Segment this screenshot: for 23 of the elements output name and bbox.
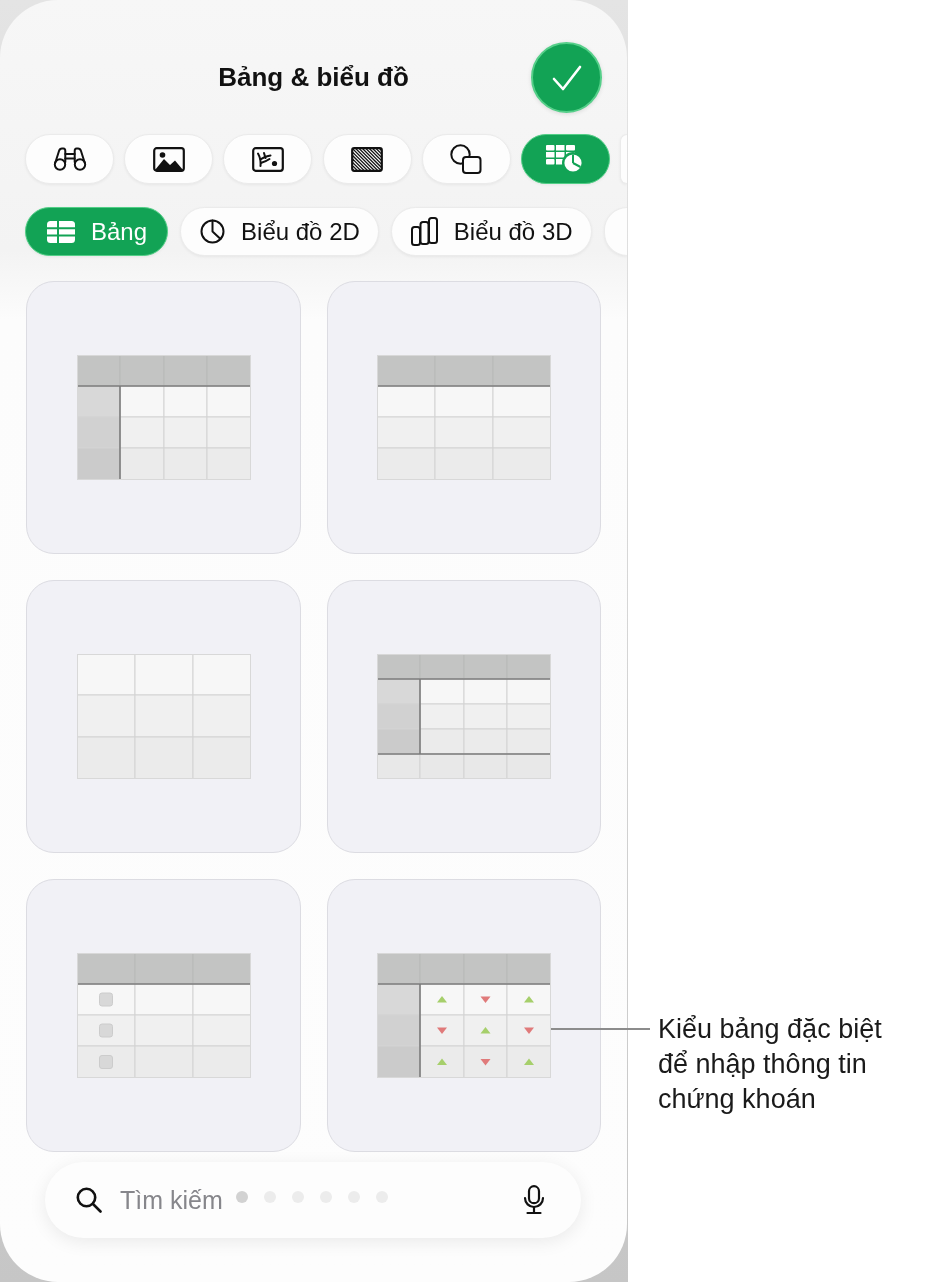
table-style-card[interactable] bbox=[327, 879, 601, 1152]
microphone-icon[interactable] bbox=[523, 1185, 545, 1215]
search-icon bbox=[76, 1187, 102, 1213]
search-field[interactable]: Tìm kiếm bbox=[45, 1162, 581, 1238]
segment-tab[interactable]: Biểu đồ 3D bbox=[390, 207, 592, 256]
hatched-rectangle-icon bbox=[351, 146, 384, 172]
done-button[interactable] bbox=[531, 42, 602, 113]
table-style-card[interactable] bbox=[327, 580, 601, 853]
shapes-icon bbox=[450, 144, 483, 174]
segment-tab[interactable]: Biểu đồ 2D bbox=[180, 207, 379, 256]
binoculars-icon bbox=[52, 147, 87, 171]
pie-chart-icon bbox=[200, 219, 226, 244]
table-style-card[interactable] bbox=[26, 879, 301, 1152]
checkmark-icon bbox=[551, 64, 582, 91]
image-icon bbox=[152, 146, 185, 172]
table-icon bbox=[47, 220, 75, 243]
table-pie-icon bbox=[546, 144, 585, 174]
bar-chart-icon bbox=[410, 217, 438, 246]
callout-text: Kiểu bảng đặc biệt để nhập thông tin chứng khoán bbox=[658, 1013, 883, 1116]
table-style-card[interactable] bbox=[26, 281, 301, 554]
panel-title: Bảng & biểu đồ bbox=[218, 62, 409, 93]
sketch-frame-icon bbox=[251, 146, 284, 172]
table-style-card[interactable] bbox=[327, 281, 601, 554]
